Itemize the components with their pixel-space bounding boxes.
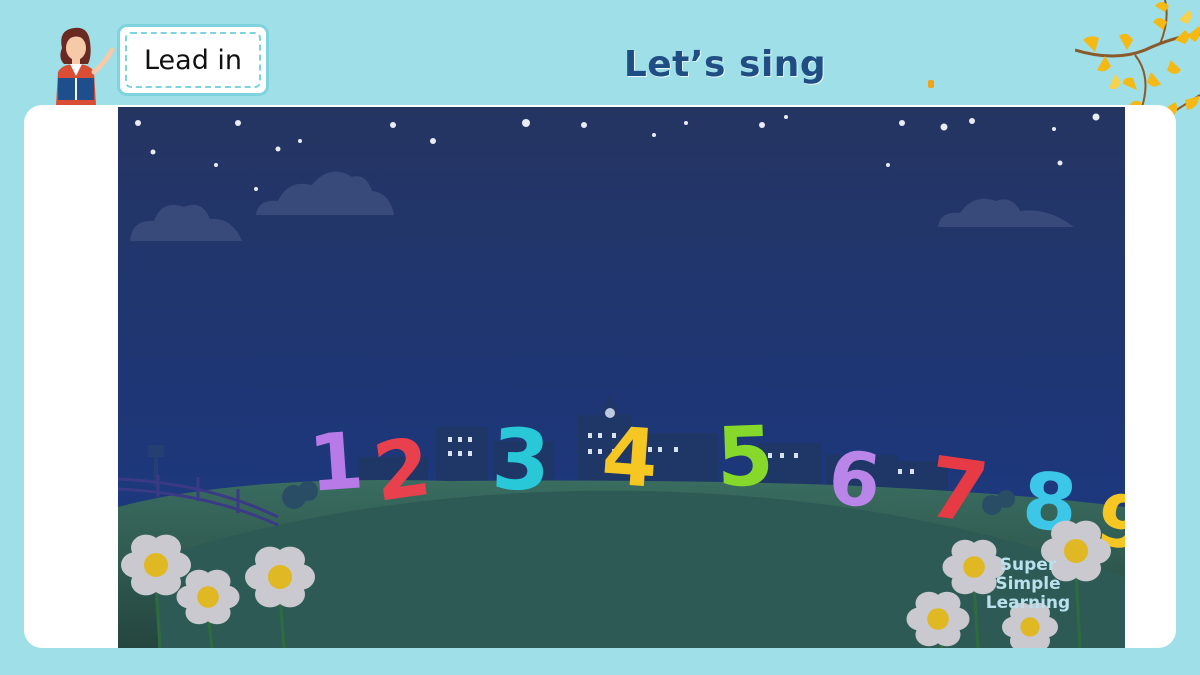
number-1: 1	[306, 416, 366, 510]
watermark-line-3: Learning	[986, 593, 1070, 613]
video-player[interactable]: 123456789 Super Simple Learning	[118, 107, 1125, 648]
video-frame: 123456789 Super Simple Learning	[118, 107, 1125, 648]
section-label: Lead in	[125, 32, 261, 88]
decorative-dot	[928, 80, 934, 88]
slide-header: Lead in Let’s sing	[0, 0, 1200, 131]
number-5: 5	[715, 409, 775, 506]
number-4: 4	[599, 409, 661, 506]
teacher-reading-icon	[56, 27, 115, 105]
number-6: 6	[825, 435, 885, 526]
page-title: Let’s sing	[623, 44, 827, 85]
number-3: 3	[490, 410, 552, 510]
watermark-line-1: Super	[1000, 555, 1057, 575]
section-badge: Lead in	[117, 24, 269, 96]
watermark-line-2: Simple	[995, 574, 1060, 594]
